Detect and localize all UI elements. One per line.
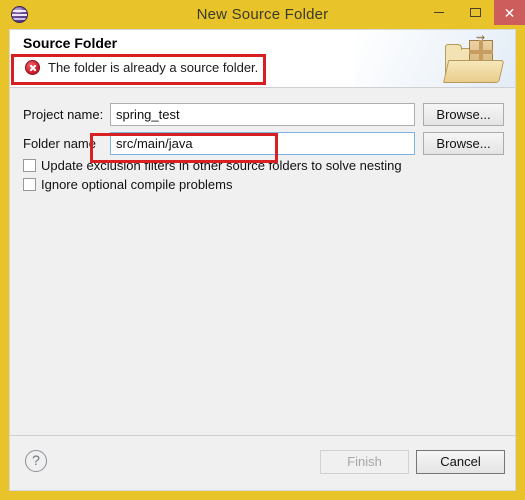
finish-button[interactable]: Finish [320, 450, 409, 474]
close-icon: ✕ [503, 4, 516, 21]
dialog-footer: ? Finish Cancel [10, 435, 515, 490]
project-name-row: Project name: Browse... [10, 102, 515, 126]
maximize-button[interactable] [457, 0, 494, 25]
minimize-icon [433, 12, 444, 13]
folder-name-row: Folder name Browse... [10, 131, 515, 155]
checkbox-label: Ignore optional compile problems [41, 177, 233, 192]
maximize-icon [470, 8, 481, 17]
folder-front-shape [443, 60, 505, 83]
page-title: Source Folder [23, 35, 118, 51]
status-message: The folder is already a source folder. [25, 60, 258, 75]
folder-browse-button[interactable]: Browse... [423, 131, 504, 155]
project-name-input[interactable] [110, 102, 415, 126]
form-area: Project name: Browse... Folder name Brow… [10, 88, 515, 436]
title-bar: New Source Folder ✕ [0, 0, 525, 29]
cancel-button[interactable]: Cancel [416, 450, 505, 474]
minimize-button[interactable] [420, 0, 457, 25]
source-folder-package-icon: ⇝ [443, 33, 505, 86]
checkbox-box[interactable] [23, 178, 36, 191]
project-name-label: Project name: [23, 106, 104, 122]
checkbox-update-exclusion-filters[interactable]: Update exclusion filters in other source… [23, 158, 402, 173]
wizard-banner: Source Folder The folder is already a so… [10, 30, 515, 88]
folder-name-label: Folder name [23, 135, 96, 151]
question-mark-icon[interactable]: ? [25, 450, 47, 472]
checkbox-ignore-optional-problems[interactable]: Ignore optional compile problems [23, 177, 233, 192]
dialog-window: New Source Folder ✕ Source Folder The fo… [0, 0, 525, 500]
checkbox-label: Update exclusion filters in other source… [41, 158, 402, 173]
error-circle-icon [25, 60, 40, 75]
folder-name-input[interactable] [110, 131, 415, 155]
checkbox-box[interactable] [23, 159, 36, 172]
dialog-content: Source Folder The folder is already a so… [9, 29, 516, 491]
close-button[interactable]: ✕ [494, 0, 525, 25]
status-message-text: The folder is already a source folder. [48, 60, 259, 75]
project-browse-button[interactable]: Browse... [423, 102, 504, 126]
